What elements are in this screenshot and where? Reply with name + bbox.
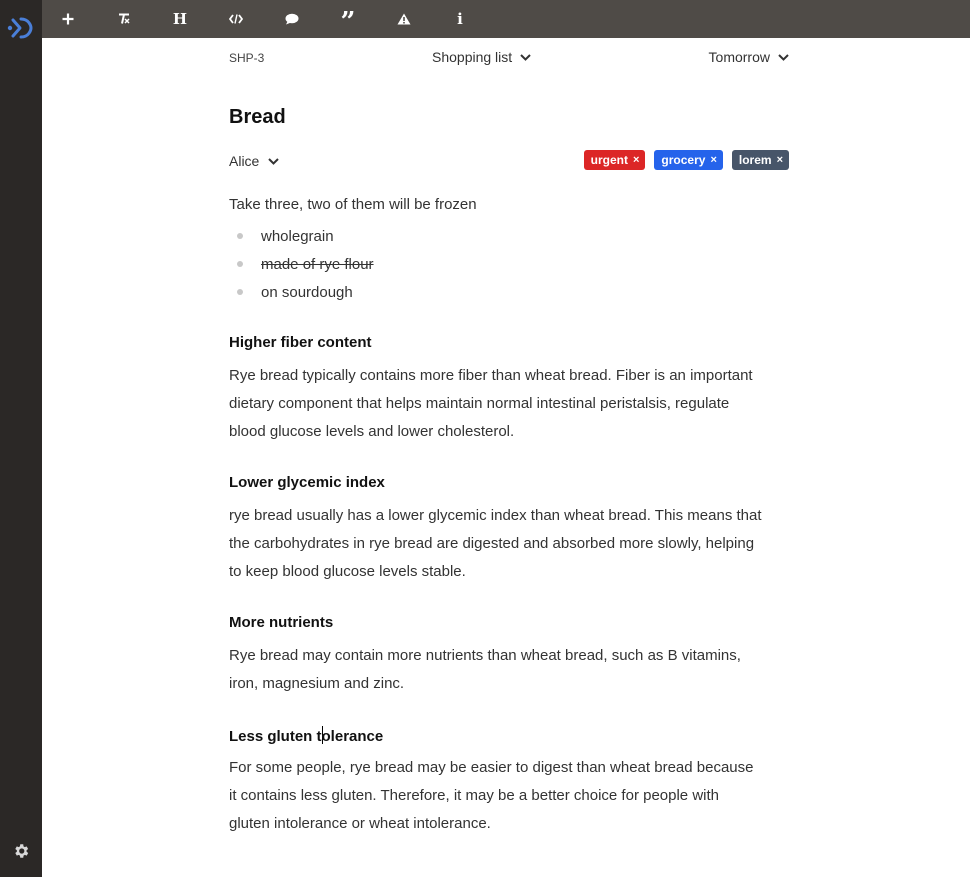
quote-icon: ”: [340, 9, 356, 29]
warning-icon: [397, 13, 411, 25]
issue-meta-row: SHP-3 Shopping list Tomorrow: [229, 38, 789, 76]
warning-button[interactable]: [392, 8, 416, 30]
close-icon[interactable]: ×: [777, 154, 783, 166]
code-button[interactable]: [224, 8, 248, 30]
paragraph-line: iron, magnesium and zinc.: [229, 675, 405, 692]
list-item[interactable]: wholegrain: [229, 222, 374, 250]
bullet-icon: [237, 289, 243, 295]
tag-label: urgent: [590, 153, 628, 167]
app-sidebar: [0, 0, 42, 877]
list-item-text: made of rye flour: [261, 255, 374, 273]
tag-label: lorem: [738, 153, 772, 167]
tag-urgent[interactable]: urgent ×: [583, 150, 646, 170]
list-item[interactable]: made of rye flour: [229, 250, 374, 278]
info-icon: i: [457, 10, 463, 28]
assignee-dropdown[interactable]: Alice: [229, 153, 280, 169]
section-paragraph[interactable]: For some people, rye bread may be easier…: [229, 754, 794, 838]
assignee-label: Alice: [229, 153, 260, 169]
issue-description[interactable]: Take three, two of them will be frozen: [229, 196, 477, 213]
tag-grocery[interactable]: grocery ×: [654, 150, 723, 170]
issue-id: SHP-3: [229, 51, 265, 65]
paragraph-line: gluten intolerance or wheat intolerance.: [229, 815, 491, 832]
paragraph-line: to keep blood glucose levels stable.: [229, 563, 466, 580]
code-icon: [229, 14, 243, 24]
app-logo-icon[interactable]: [7, 14, 35, 42]
gear-icon[interactable]: [12, 842, 30, 860]
comment-button[interactable]: [280, 8, 304, 30]
paragraph-line: the carbohydrates in rye bread are diges…: [229, 535, 755, 552]
paragraph-line: rye bread usually has a lower glycemic i…: [229, 507, 762, 524]
section-paragraph[interactable]: rye bread usually has a lower glycemic i…: [229, 502, 794, 586]
clear-format-icon: [119, 13, 130, 24]
chevron-down-icon: [268, 157, 280, 165]
paragraph-line: it contains less gluten. Therefore, it m…: [229, 787, 719, 804]
section-heading[interactable]: More nutrients: [229, 614, 333, 631]
plus-icon: [62, 13, 74, 25]
close-icon[interactable]: ×: [633, 154, 639, 166]
due-date-dropdown[interactable]: Tomorrow: [709, 49, 789, 65]
bullet-list: wholegrain made of rye flour on sourdoug…: [229, 222, 374, 306]
list-dropdown-label: Shopping list: [432, 49, 513, 65]
paragraph-line: Rye bread may contain more nutrients tha…: [229, 647, 741, 664]
section-heading[interactable]: Higher fiber content: [229, 334, 372, 351]
heading-button[interactable]: H: [168, 8, 192, 30]
comment-icon: [285, 13, 299, 25]
info-button[interactable]: i: [448, 8, 472, 30]
section-heading[interactable]: Lower glycemic index: [229, 474, 385, 491]
paragraph-line: blood glucose levels and lower cholester…: [229, 423, 515, 440]
list-item-text: wholegrain: [261, 227, 334, 245]
quote-button[interactable]: ”: [336, 8, 360, 30]
close-icon[interactable]: ×: [710, 154, 716, 166]
section-paragraph[interactable]: Rye bread typically contains more fiber …: [229, 362, 794, 446]
paragraph-line: Rye bread typically contains more fiber …: [229, 367, 753, 384]
section-heading[interactable]: Less gluten tolerance: [229, 726, 383, 745]
heading-icon: H: [172, 10, 188, 28]
due-date-label: Tomorrow: [708, 49, 770, 65]
list-item-text: on sourdough: [261, 283, 353, 301]
bullet-icon: [237, 261, 243, 267]
list-dropdown[interactable]: Shopping list: [432, 49, 531, 65]
editor-toolbar: H ” i: [42, 0, 970, 38]
paragraph-line: dietary component that helps maintain no…: [229, 395, 730, 412]
chevron-down-icon: [778, 53, 789, 61]
clear-format-button[interactable]: [112, 8, 136, 30]
tag-label: grocery: [661, 153, 706, 167]
heading-text-after-caret: olerance: [321, 728, 384, 745]
issue-title[interactable]: Bread: [229, 106, 286, 129]
tag-list: urgent × grocery × lorem ×: [583, 150, 789, 170]
section-paragraph[interactable]: Rye bread may contain more nutrients tha…: [229, 642, 794, 698]
tag-lorem[interactable]: lorem ×: [731, 150, 789, 170]
heading-text-before-caret: Less gluten t: [229, 728, 322, 745]
paragraph-line: For some people, rye bread may be easier…: [229, 759, 754, 776]
bullet-icon: [237, 233, 243, 239]
list-item[interactable]: on sourdough: [229, 278, 374, 306]
chevron-down-icon: [520, 53, 531, 61]
add-button[interactable]: [56, 8, 80, 30]
